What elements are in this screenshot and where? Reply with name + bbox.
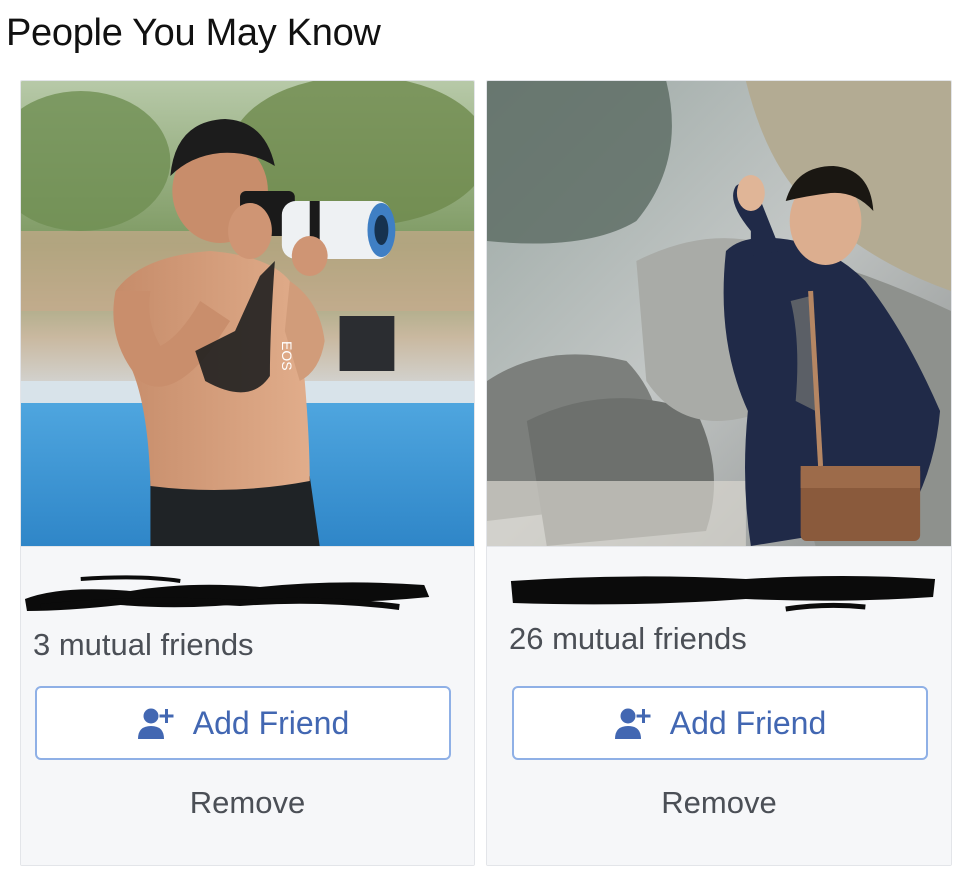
name-redacted [21,567,474,617]
profile-photo-image [487,81,951,546]
mutual-friends-count[interactable]: 3 mutual friends [33,627,254,663]
suggestion-card: 26 mutual friends Add Friend Remove [486,80,952,866]
add-person-icon [137,708,174,739]
add-friend-button[interactable]: Add Friend [512,686,928,760]
section-title: People You May Know [6,12,381,54]
suggestion-info: 26 mutual friends Add Friend Remove [487,546,951,865]
add-friend-label: Add Friend [669,704,827,741]
add-person-icon [614,708,651,739]
mutual-friends-count[interactable]: 26 mutual friends [509,621,747,657]
name-redacted [487,567,951,617]
remove-button[interactable]: Remove [21,785,474,827]
suggestion-card: EOS 3 mutual friends Add Friend Remove [20,80,475,866]
suggestion-info: 3 mutual friends Add Friend Remove [21,546,474,865]
photo-watermark: EOS [279,341,295,371]
profile-photo-image: EOS [21,81,474,546]
profile-photo[interactable]: EOS [21,81,474,546]
remove-button[interactable]: Remove [487,785,951,827]
profile-photo[interactable] [487,81,951,546]
add-friend-button[interactable]: Add Friend [35,686,451,760]
add-friend-label: Add Friend [192,704,350,741]
